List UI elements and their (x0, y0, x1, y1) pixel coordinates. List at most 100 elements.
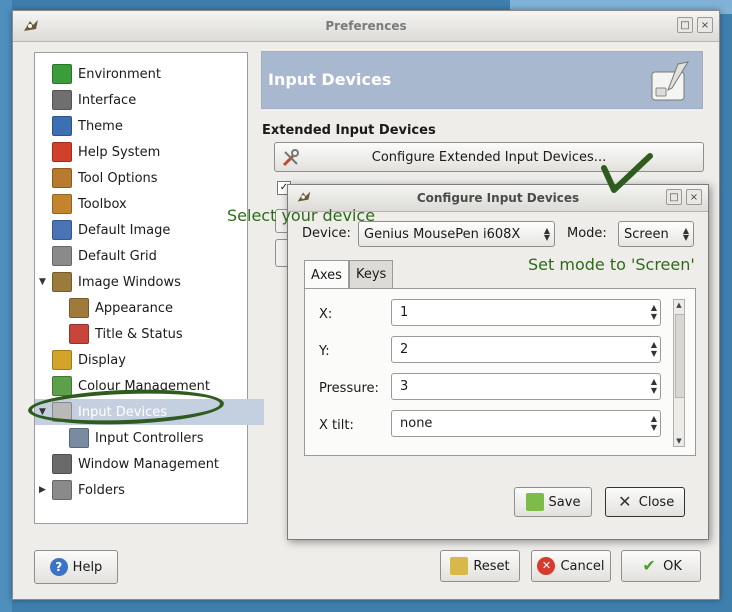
toolbox-icon (52, 194, 72, 214)
tree-item-label: Display (78, 352, 126, 368)
tree-item-default-image[interactable]: Default Image (35, 217, 170, 243)
dialog-close-button[interactable]: ✕ Close (605, 487, 685, 517)
tree-item-interface[interactable]: Interface (35, 87, 136, 113)
tree-item-label: Default Image (78, 222, 171, 238)
updown-arrows-icon: ▲ ▼ (650, 377, 657, 395)
tree-item-window-management[interactable]: Window Management (35, 451, 219, 477)
tree-item-folders[interactable]: ▶ Folders (35, 477, 125, 503)
axes-scrollbar[interactable]: ▲ ▼ (673, 299, 685, 447)
interface-icon (52, 90, 72, 110)
section-title: Extended Input Devices (262, 123, 436, 138)
tree-item-label: Help System (78, 144, 161, 160)
page-header: Input Devices (261, 51, 703, 109)
tree-item-display[interactable]: Display (35, 347, 126, 373)
environment-icon (52, 64, 72, 84)
window-management-icon (52, 454, 72, 474)
close-window-button[interactable]: × (697, 17, 713, 33)
annotation-set-mode: Set mode to 'Screen' (528, 255, 695, 274)
axis-y-label: Y: (319, 344, 330, 359)
save-icon (525, 493, 544, 511)
tree-item-default-grid[interactable]: Default Grid (35, 243, 157, 269)
tools-icon (282, 149, 299, 167)
tree-item-image-windows[interactable]: ▼ Image Windows (35, 269, 181, 295)
tree-item-toolbox[interactable]: Toolbox (35, 191, 127, 217)
maximize-button[interactable]: □ (677, 17, 693, 33)
tree-item-theme[interactable]: Theme (35, 113, 123, 139)
axis-x-value: 1 (400, 305, 409, 320)
scroll-up-icon[interactable]: ▲ (674, 301, 684, 309)
title-status-icon (69, 324, 89, 344)
updown-arrows-icon: ▲ ▼ (682, 226, 689, 242)
tab-axes[interactable]: Axes (304, 260, 349, 289)
axis-y-select[interactable]: 2 ▲ ▼ (391, 336, 661, 363)
tree-item-help-system[interactable]: Help System (35, 139, 160, 165)
tree-item-label: Interface (78, 92, 137, 108)
save-label: Save (548, 494, 581, 510)
axis-xtilt-value: none (400, 416, 433, 431)
updown-arrows-icon: ▲ ▼ (543, 226, 550, 242)
mode-select[interactable]: Screen ▲ ▼ (618, 221, 694, 247)
check-icon: ✔ (642, 556, 656, 575)
reset-button[interactable]: Reset (440, 550, 520, 582)
cancel-icon: ✕ (537, 557, 556, 575)
axis-y-value: 2 (400, 342, 409, 357)
tree-item-title-status[interactable]: Title & Status (35, 321, 183, 347)
dialog-save-button[interactable]: Save (514, 487, 592, 517)
help-button[interactable]: ? Help (34, 550, 118, 584)
tree-item-label: Window Management (78, 456, 220, 472)
folders-icon (52, 480, 72, 500)
updown-arrows-icon: ▲ ▼ (650, 303, 657, 321)
axis-x-select[interactable]: 1 ▲ ▼ (391, 299, 661, 326)
input-devices-icon (651, 61, 690, 101)
tree-item-label: Tool Options (78, 170, 158, 186)
help-label: Help (72, 559, 103, 575)
cancel-label: Cancel (560, 558, 605, 574)
title-bar: Preferences □ × (13, 11, 719, 42)
dialog-maximize-button[interactable]: □ (666, 189, 682, 205)
tree-item-label: Title & Status (95, 326, 183, 342)
axes-panel: X: 1 ▲ ▼ Y: 2 ▲ ▼ Pressure: 3 ▲ ▼ X tilt: n… (304, 288, 696, 456)
input-controllers-icon (69, 428, 89, 448)
cancel-button[interactable]: ✕ Cancel (531, 550, 611, 582)
device-select[interactable]: Genius MousePen i608X ▲ ▼ (358, 221, 555, 247)
tree-item-appearance[interactable]: Appearance (35, 295, 173, 321)
scroll-down-icon[interactable]: ▼ (674, 437, 684, 445)
axis-x-label: X: (319, 307, 333, 322)
axis-pressure-select[interactable]: 3 ▲ ▼ (391, 373, 661, 400)
dialog-close-window-button[interactable]: × (686, 189, 702, 205)
tree-item-label: Default Grid (78, 248, 157, 264)
updown-arrows-icon: ▲ ▼ (650, 340, 657, 358)
ok-label: OK (663, 558, 682, 574)
axis-pressure-label: Pressure: (319, 381, 379, 396)
default-grid-icon (52, 246, 72, 266)
scrollbar-thumb[interactable] (675, 314, 685, 398)
expand-icon[interactable]: ▶ (39, 485, 49, 495)
default-image-icon (52, 220, 72, 240)
collapse-icon[interactable]: ▼ (39, 277, 49, 287)
tree-item-input-controllers[interactable]: Input Controllers (35, 425, 204, 451)
tree-item-label: Toolbox (78, 196, 127, 212)
axis-xtilt-label: X tilt: (319, 418, 354, 433)
tree-item-environment[interactable]: Environment (35, 61, 161, 87)
mode-label: Mode: (567, 226, 607, 241)
annotation-select-device: Select your device (227, 206, 376, 225)
window-title: Preferences (325, 19, 407, 33)
page-title: Input Devices (268, 70, 392, 89)
tree-item-tool-options[interactable]: Tool Options (35, 165, 158, 191)
annotation-checkmark-icon (601, 153, 653, 193)
help-system-icon (52, 142, 72, 162)
device-value: Genius MousePen i608X (364, 226, 521, 242)
tab-keys[interactable]: Keys (348, 260, 394, 288)
axis-pressure-value: 3 (400, 379, 409, 394)
help-icon: ? (49, 558, 68, 576)
configure-button-label: Configure Extended Input Devices... (371, 149, 607, 165)
ok-button[interactable]: ✔ OK (621, 550, 701, 582)
image-windows-icon (52, 272, 72, 292)
tree-item-label: Image Windows (78, 274, 181, 290)
tree-item-label: Theme (78, 118, 123, 134)
preferences-tree: Environment Interface Theme Help System Tool… (34, 52, 264, 524)
configure-input-devices-dialog: Configure Input Devices □ × Device: Geni… (287, 184, 709, 540)
mode-value: Screen (624, 226, 669, 242)
colour-management-icon (52, 376, 72, 396)
axis-xtilt-select[interactable]: none ▲ ▼ (391, 410, 661, 437)
